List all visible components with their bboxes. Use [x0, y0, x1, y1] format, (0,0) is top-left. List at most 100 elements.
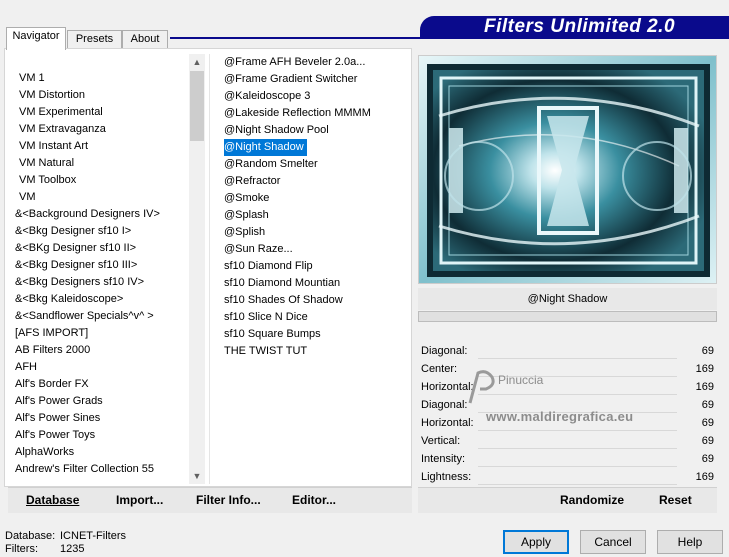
- slider-label: Diagonal:: [421, 345, 468, 357]
- slider-track[interactable]: [478, 358, 677, 359]
- slider-track[interactable]: [478, 448, 677, 449]
- filter-item[interactable]: @Frame Gradient Switcher: [222, 71, 371, 88]
- slider-row[interactable]: Intensity: 69: [418, 450, 717, 468]
- scroll-down-icon[interactable]: ▼: [189, 468, 205, 484]
- filter-item[interactable]: @Splish: [222, 224, 371, 241]
- slider-row[interactable]: Diagonal: 69: [418, 396, 717, 414]
- tab-presets[interactable]: Presets: [67, 30, 122, 49]
- help-button[interactable]: Help: [657, 530, 723, 554]
- category-item[interactable]: Andrew's Filter Collection 55: [10, 461, 160, 478]
- app-title: Filters Unlimited 2.0: [483, 16, 676, 37]
- slider-label: Center:: [421, 363, 458, 375]
- slider-track[interactable]: [478, 466, 677, 467]
- category-item[interactable]: VM Experimental: [10, 104, 160, 121]
- scroll-thumb[interactable]: [190, 71, 204, 141]
- parameter-sliders: Diagonal: 69 Center: 169 Horizontal: 169 Di…: [418, 342, 717, 486]
- category-item[interactable]: &<Bkg Kaleidoscope>: [10, 291, 160, 308]
- category-item[interactable]: VM Instant Art: [10, 138, 160, 155]
- filter-item[interactable]: @Sun Raze...: [222, 241, 371, 258]
- category-item[interactable]: &<BKg Designer sf10 II>: [10, 240, 160, 257]
- filter-item[interactable]: @Lakeside Reflection MMMM: [222, 105, 371, 122]
- filter-list[interactable]: @Frame AFH Beveler 2.0a... @Frame Gradie…: [222, 54, 371, 360]
- database-button[interactable]: Database: [26, 493, 79, 507]
- status-database-value: ICNET-Filters: [60, 530, 126, 542]
- slider-track[interactable]: [478, 412, 677, 413]
- filter-item[interactable]: sf10 Slice N Dice: [222, 309, 371, 326]
- category-item[interactable]: AlphaWorks: [10, 444, 160, 461]
- preview-image: [418, 55, 717, 284]
- slider-value: 169: [695, 381, 714, 393]
- filter-item[interactable]: sf10 Diamond Mountian: [222, 275, 371, 292]
- category-item[interactable]: AB Filters 2000: [10, 342, 160, 359]
- progress-bar: [418, 311, 717, 322]
- preview-caption: @Night Shadow: [418, 288, 717, 310]
- category-item[interactable]: Alf's Border FX: [10, 376, 160, 393]
- category-item[interactable]: VM Extravaganza: [10, 121, 160, 138]
- filter-item[interactable]: @Refractor: [222, 173, 371, 190]
- filter-item[interactable]: @Random Smelter: [222, 156, 371, 173]
- category-list[interactable]: VM 1 VM Distortion VM Experimental VM Ex…: [10, 70, 160, 478]
- slider-track[interactable]: [478, 484, 677, 485]
- slider-value: 69: [701, 399, 714, 411]
- slider-track[interactable]: [478, 430, 677, 431]
- category-item[interactable]: &<Sandflower Specials^v^ >: [10, 308, 160, 325]
- filter-item[interactable]: @Frame AFH Beveler 2.0a...: [222, 54, 371, 71]
- slider-value: 69: [701, 417, 714, 429]
- slider-row[interactable]: Center: 169: [418, 360, 717, 378]
- filter-item[interactable]: sf10 Square Bumps: [222, 326, 371, 343]
- slider-track[interactable]: [478, 394, 677, 395]
- filter-item[interactable]: @Night Shadow Pool: [222, 122, 371, 139]
- category-item[interactable]: &<Bkg Designers sf10 IV>: [10, 274, 160, 291]
- filter-item[interactable]: THE TWIST TUT: [222, 343, 371, 360]
- category-scrollbar[interactable]: ▲ ▼: [189, 54, 205, 484]
- category-item[interactable]: VM Toolbox: [10, 172, 160, 189]
- category-item[interactable]: VM Distortion: [10, 87, 160, 104]
- category-item[interactable]: Alf's Power Grads: [10, 393, 160, 410]
- category-item[interactable]: AFH: [10, 359, 160, 376]
- editor-button[interactable]: Editor...: [292, 493, 336, 507]
- list-divider: [209, 54, 210, 484]
- category-item[interactable]: &<Bkg Designer sf10 III>: [10, 257, 160, 274]
- randomize-button[interactable]: Randomize: [560, 493, 624, 507]
- slider-label: Lightness:: [421, 471, 472, 483]
- category-item[interactable]: Alf's Power Toys: [10, 427, 160, 444]
- cancel-button[interactable]: Cancel: [580, 530, 646, 554]
- slider-value: 169: [695, 471, 714, 483]
- tab-about[interactable]: About: [122, 30, 168, 49]
- navigator-button-bar: Database Import... Filter Info... Editor…: [8, 487, 412, 513]
- category-item[interactable]: &<Bkg Designer sf10 I>: [10, 223, 160, 240]
- category-item[interactable]: [AFS IMPORT]: [10, 325, 160, 342]
- status-filters-value: 1235: [60, 543, 85, 555]
- slider-value: 69: [701, 453, 714, 465]
- category-item[interactable]: VM 1: [10, 70, 160, 87]
- filter-item[interactable]: sf10 Shades Of Shadow: [222, 292, 371, 309]
- filter-item[interactable]: @Kaleidoscope 3: [222, 88, 371, 105]
- reset-button[interactable]: Reset: [659, 493, 692, 507]
- slider-row[interactable]: Diagonal: 69: [418, 342, 717, 360]
- filter-item[interactable]: @Splash: [222, 207, 371, 224]
- slider-track[interactable]: [478, 376, 677, 377]
- import-button[interactable]: Import...: [116, 493, 163, 507]
- status-filters-label: Filters:: [5, 543, 38, 555]
- status-database-label: Database:: [5, 530, 56, 542]
- filter-item[interactable]: @Smoke: [222, 190, 371, 207]
- slider-label: Horizontal:: [421, 417, 474, 429]
- slider-label: Diagonal:: [421, 399, 468, 411]
- filter-item[interactable]: sf10 Diamond Flip: [222, 258, 371, 275]
- category-item[interactable]: &<Background Designers IV>: [10, 206, 160, 223]
- filter-info-button[interactable]: Filter Info...: [196, 493, 261, 507]
- slider-value: 69: [701, 345, 714, 357]
- slider-value: 169: [695, 363, 714, 375]
- tab-navigator[interactable]: Navigator: [6, 27, 66, 50]
- apply-button[interactable]: Apply: [503, 530, 569, 554]
- slider-row[interactable]: Lightness: 169: [418, 468, 717, 486]
- slider-label: Horizontal:: [421, 381, 474, 393]
- filter-item-selected[interactable]: @Night Shadow: [224, 139, 307, 156]
- scroll-up-icon[interactable]: ▲: [189, 54, 205, 70]
- slider-row[interactable]: Horizontal: 169: [418, 378, 717, 396]
- category-item[interactable]: VM: [10, 189, 160, 206]
- slider-row[interactable]: Horizontal: 69: [418, 414, 717, 432]
- category-item[interactable]: VM Natural: [10, 155, 160, 172]
- category-item[interactable]: Alf's Power Sines: [10, 410, 160, 427]
- slider-row[interactable]: Vertical: 69: [418, 432, 717, 450]
